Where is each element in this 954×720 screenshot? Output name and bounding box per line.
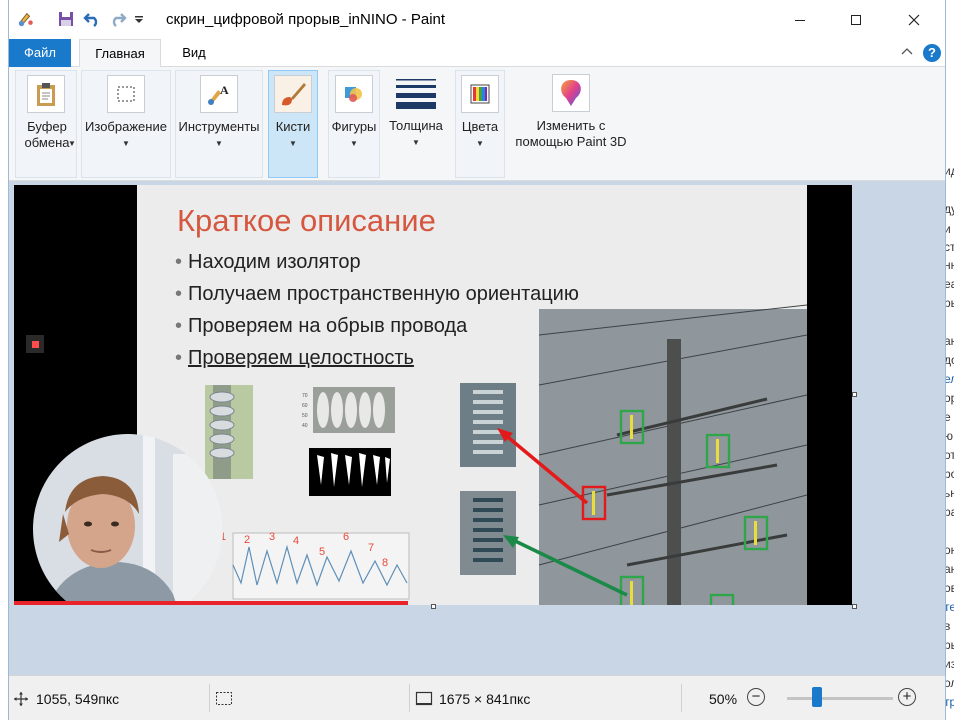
select-icon — [107, 75, 145, 113]
tools-icon: A — [200, 75, 238, 113]
paint3d-icon — [552, 74, 590, 112]
cursor-position: 1055, 549пкс — [13, 676, 119, 720]
zoom-slider-track[interactable] — [787, 697, 893, 700]
close-button[interactable] — [891, 0, 937, 39]
chevron-down-icon: ▼ — [412, 138, 420, 147]
status-bar: 1055, 549пкс 1675 × 841пкс 50% − + — [9, 675, 945, 720]
image-group[interactable]: Изображение ▼ — [81, 70, 171, 178]
tools-group[interactable]: A Инструменты ▼ — [175, 70, 263, 178]
power-pole-photo — [538, 304, 807, 605]
insulator-thumb-bottom — [460, 491, 516, 575]
paint3d-group[interactable]: Изменить с помощью Paint 3D — [509, 70, 633, 178]
strip-y-tick: 40 — [302, 423, 308, 429]
paint3d-label: Изменить с помощью Paint 3D — [515, 118, 627, 149]
record-indicator-icon — [26, 335, 44, 353]
brushes-label: Кисти — [275, 119, 311, 134]
image-size: 1675 × 841пкс — [415, 676, 530, 720]
binary-mask — [309, 448, 391, 496]
image-size-icon — [415, 691, 433, 707]
move-cursor-icon — [13, 691, 29, 707]
shapes-icon — [335, 75, 373, 113]
shapes-group[interactable]: Фигуры ▼ — [328, 70, 380, 178]
svg-text:A: A — [220, 83, 229, 97]
zoom-in-button[interactable]: + — [898, 688, 916, 706]
colors-group[interactable]: Цвета ▼ — [455, 70, 505, 178]
chevron-down-icon: ▼ — [68, 139, 76, 148]
window-title: скрин_цифровой прорыв_inNINO - Paint — [166, 11, 446, 28]
canvas-image[interactable]: Краткое описание • Находим изолятор • Полу… — [14, 185, 852, 605]
peak-number: 3 — [269, 531, 276, 543]
size-group[interactable]: Толщина ▼ — [383, 70, 449, 178]
insulator-thumb-top — [460, 383, 516, 467]
insulator-photo — [205, 385, 253, 479]
canvas-area[interactable]: Краткое описание • Находим изолятор • Полу… — [9, 181, 945, 675]
strip-y-tick: 70 — [302, 393, 308, 399]
chevron-down-icon: ▼ — [476, 139, 484, 148]
zoom-percent: 50% — [709, 690, 738, 707]
size-label: Толщина — [389, 118, 443, 133]
divider — [409, 684, 410, 712]
strip-y-tick: 60 — [302, 403, 308, 409]
divider — [681, 684, 682, 712]
tab-file[interactable]: Файл — [9, 39, 71, 67]
image-size-text: 1675 × 841пкс — [439, 690, 531, 707]
chevron-down-icon: ▼ — [350, 139, 358, 148]
ribbon-tabs: Файл Главная Вид — [9, 39, 945, 68]
cursor-position-text: 1055, 549пкс — [36, 690, 120, 707]
strip-y-tick: 50 — [302, 413, 308, 419]
redo-icon[interactable] — [109, 10, 127, 28]
peak-number: 7 — [368, 542, 375, 554]
save-icon[interactable] — [57, 10, 75, 28]
tab-view[interactable]: Вид — [167, 39, 221, 67]
tab-home[interactable]: Главная — [79, 39, 161, 68]
selection-icon — [215, 691, 233, 707]
peak-number: 8 — [382, 557, 389, 569]
brushes-group[interactable]: Кисти ▼ — [268, 70, 318, 178]
maximize-button[interactable] — [833, 0, 879, 39]
colors-label: Цвета — [461, 119, 499, 134]
chevron-down-icon: ▼ — [289, 139, 297, 148]
presentation-slide: Краткое описание • Находим изолятор • Полу… — [137, 185, 807, 605]
image-label: Изображение — [85, 119, 167, 134]
divider — [209, 684, 210, 712]
zoom-out-button[interactable]: − — [747, 688, 765, 706]
chevron-down-icon: ▼ — [122, 139, 130, 148]
desktop: ид ду и ст нн еа ры ан до ел ор е ю от р… — [0, 0, 954, 720]
tools-label: Инструменты — [178, 119, 260, 134]
zoom-slider-thumb[interactable] — [811, 687, 822, 707]
selection-size — [215, 676, 233, 720]
clipboard-group[interactable]: Буфер обмена ▼ — [15, 70, 77, 178]
undo-icon[interactable] — [83, 10, 101, 28]
peak-number: 2 — [244, 534, 251, 546]
peak-number: 6 — [343, 531, 350, 543]
paint-window: скрин_цифровой прорыв_inNINO - Paint Фай… — [8, 0, 946, 720]
video-progress-bar[interactable] — [14, 601, 408, 605]
line-thickness-icon — [394, 74, 438, 112]
resize-handle-corner[interactable] — [852, 604, 857, 609]
minimize-button[interactable] — [777, 0, 823, 39]
shapes-label: Фигуры — [331, 119, 377, 134]
resize-handle-bottom[interactable] — [431, 604, 436, 609]
peak-number: 4 — [293, 535, 300, 547]
clipboard-icon — [27, 75, 65, 113]
grayscale-strip: 70 60 50 40 — [302, 387, 395, 433]
help-button[interactable]: ? — [923, 44, 941, 62]
brush-icon — [274, 75, 312, 113]
colors-icon — [461, 75, 499, 113]
title-bar[interactable]: скрин_цифровой прорыв_inNINO - Paint — [9, 0, 945, 39]
customize-qat-icon[interactable] — [133, 10, 145, 28]
paint-app-icon[interactable] — [17, 10, 35, 28]
peak-number: 5 — [319, 546, 326, 558]
resize-handle-right[interactable] — [852, 392, 857, 397]
collapse-ribbon-button[interactable] — [899, 44, 915, 60]
chevron-down-icon: ▼ — [215, 139, 223, 148]
slide-illustrations: 70 60 50 40 — [205, 304, 807, 605]
ribbon: Буфер обмена ▼ Изображение ▼ A Инструмен… — [9, 67, 945, 181]
